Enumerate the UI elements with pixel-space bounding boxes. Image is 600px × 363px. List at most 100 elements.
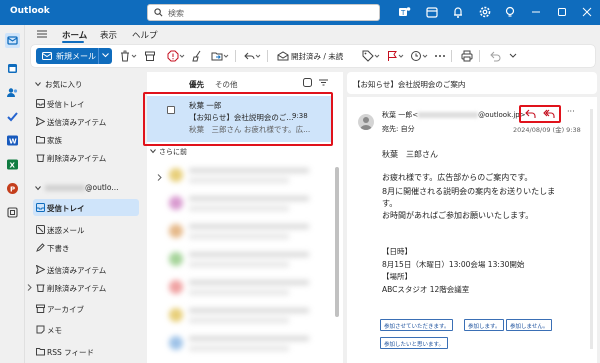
vote-button-attend[interactable]: 参加します。 — [464, 319, 505, 331]
new-mail-button[interactable]: 新規メール — [36, 48, 112, 64]
flag-icon[interactable] — [386, 50, 398, 62]
calendar-app-icon[interactable] — [5, 61, 20, 76]
print-icon[interactable] — [461, 50, 473, 62]
vote-button-want-attend[interactable]: 参加したいと思います。 — [380, 337, 448, 349]
favorites-item-sent[interactable]: 送信済みアイテム — [25, 113, 143, 130]
folder-label: 受信トレイ — [47, 204, 85, 213]
message-list-scrollbar[interactable] — [335, 167, 339, 317]
chevron-down-icon[interactable] — [102, 53, 109, 58]
chevron-down-icon[interactable] — [422, 50, 428, 62]
sender-address[interactable]: 秋葉 一郎< @outlook.jp> — [382, 110, 526, 120]
svg-text:W: W — [9, 138, 17, 146]
sweep-icon[interactable] — [191, 50, 203, 62]
calendar-day-icon[interactable] — [425, 5, 439, 19]
chevron-down-icon[interactable] — [35, 81, 41, 87]
vote-button-attend-formal[interactable]: 参加させていただきます。 — [380, 319, 454, 331]
message-item-redacted[interactable] — [165, 220, 325, 244]
folder-item-archive[interactable]: アーカイブ — [25, 300, 143, 317]
move-to-icon[interactable] — [211, 50, 223, 62]
close-icon[interactable] — [581, 6, 593, 18]
reply-icon[interactable] — [525, 109, 536, 119]
vote-button-decline[interactable]: 参加しません。 — [506, 319, 553, 331]
favorites-header[interactable]: お気に入り — [45, 79, 83, 90]
undo-icon[interactable] — [489, 50, 501, 62]
message-item-redacted[interactable] — [165, 164, 325, 188]
archive-icon[interactable] — [144, 50, 156, 62]
tag-icon[interactable] — [362, 50, 374, 62]
toolbar-divider — [267, 50, 268, 62]
reading-pane-scrollbar[interactable] — [590, 109, 593, 349]
chevron-down-icon[interactable] — [35, 185, 41, 191]
folder-item-deleted[interactable]: 削除済みアイテム — [25, 279, 143, 296]
svg-text:P: P — [10, 186, 15, 194]
delete-icon[interactable] — [119, 50, 131, 62]
minimize-icon[interactable] — [530, 6, 542, 18]
message-item-redacted[interactable] — [165, 276, 325, 300]
toolbar-divider — [479, 50, 480, 62]
chevron-down-icon[interactable] — [509, 50, 517, 62]
folder-item-notes[interactable]: メモ — [25, 321, 143, 338]
lightbulb-icon[interactable] — [503, 5, 517, 19]
archive-icon — [36, 304, 45, 313]
read-unread-icon[interactable] — [277, 50, 289, 62]
folder-item-inbox[interactable]: 受信トレイ — [33, 199, 139, 216]
todo-app-icon[interactable] — [5, 109, 20, 124]
inbox-icon — [36, 203, 45, 212]
tab-view[interactable]: 表示 — [100, 29, 117, 41]
reply-all-icon[interactable] — [243, 50, 255, 62]
message-list: 優先 その他 秋葉 一郎 【お知らせ】会社説明会のご... 9:38 秋葉 三郎… — [143, 72, 343, 363]
bell-icon[interactable] — [451, 5, 465, 19]
folder-item-rss[interactable]: RSS フィード — [25, 343, 143, 360]
search-input[interactable]: 検索 — [147, 4, 380, 21]
folder-item-drafts[interactable]: 下書き — [25, 239, 143, 256]
select-mode-icon[interactable] — [303, 78, 312, 87]
excel-app-icon[interactable]: X — [5, 157, 20, 172]
folder-item-junk[interactable]: 迷惑メール — [25, 221, 143, 238]
tab-other[interactable]: その他 — [215, 79, 238, 90]
tab-focused[interactable]: 優先 — [189, 79, 204, 90]
message-item-redacted[interactable] — [165, 192, 325, 216]
favorites-item-inbox[interactable]: 受信トレイ — [25, 95, 143, 112]
account-header[interactable]: @outlo... — [45, 183, 118, 192]
hamburger-menu-icon[interactable] — [37, 30, 47, 38]
snooze-icon[interactable] — [410, 50, 422, 62]
more-actions-icon[interactable]: ··· — [567, 107, 575, 116]
message-item-redacted[interactable] — [165, 304, 325, 328]
teams-icon[interactable]: T — [397, 5, 411, 19]
word-app-icon[interactable]: W — [5, 133, 20, 148]
read-unread-label[interactable]: 開封済み / 未読 — [291, 51, 343, 62]
powerpoint-app-icon[interactable]: P — [5, 181, 20, 196]
message-item-redacted[interactable] — [165, 332, 325, 356]
report-icon[interactable] — [167, 50, 179, 62]
gear-icon[interactable] — [478, 5, 492, 19]
people-app-icon[interactable] — [5, 85, 20, 100]
maximize-icon[interactable] — [556, 6, 568, 18]
message-checkbox[interactable] — [167, 106, 175, 114]
message-item-redacted[interactable] — [165, 248, 325, 272]
message-preview: 秋葉 三郎さん お疲れ様です。広... — [189, 125, 311, 134]
chevron-down-icon[interactable] — [131, 50, 137, 62]
filter-icon[interactable] — [319, 78, 328, 87]
chevron-down-icon[interactable] — [398, 50, 404, 62]
tab-help[interactable]: ヘルプ — [132, 29, 158, 41]
recipient-line: 宛先: 自分 — [382, 125, 415, 133]
mail-app-icon[interactable] — [5, 33, 20, 48]
more-options-icon[interactable] — [434, 50, 446, 62]
reply-all-icon[interactable] — [543, 109, 555, 119]
chevron-down-icon[interactable] — [150, 149, 156, 154]
folder-label: RSS フィード — [47, 348, 94, 357]
folder-item-sent[interactable]: 送信済みアイテム — [25, 261, 143, 278]
email-body-line: ABCスタジオ 12階会議室 — [382, 285, 470, 294]
chevron-down-icon[interactable] — [179, 50, 185, 62]
chevron-down-icon[interactable] — [255, 50, 261, 62]
folder-pane: お気に入り 受信トレイ 送信済みアイテム 家族 削除済みアイテム @outlo.… — [25, 72, 145, 363]
tab-home[interactable]: ホーム — [62, 29, 87, 41]
more-apps-icon[interactable] — [5, 205, 20, 220]
favorites-item-deleted[interactable]: 削除済みアイテム — [25, 149, 143, 166]
chevron-down-icon[interactable] — [374, 50, 380, 62]
chevron-down-icon[interactable] — [223, 50, 229, 62]
chevron-right-icon[interactable] — [157, 174, 162, 181]
toolbar-divider — [235, 50, 236, 62]
earlier-group-header[interactable]: さらに前 — [159, 147, 187, 157]
favorites-item-family[interactable]: 家族 — [25, 131, 143, 148]
